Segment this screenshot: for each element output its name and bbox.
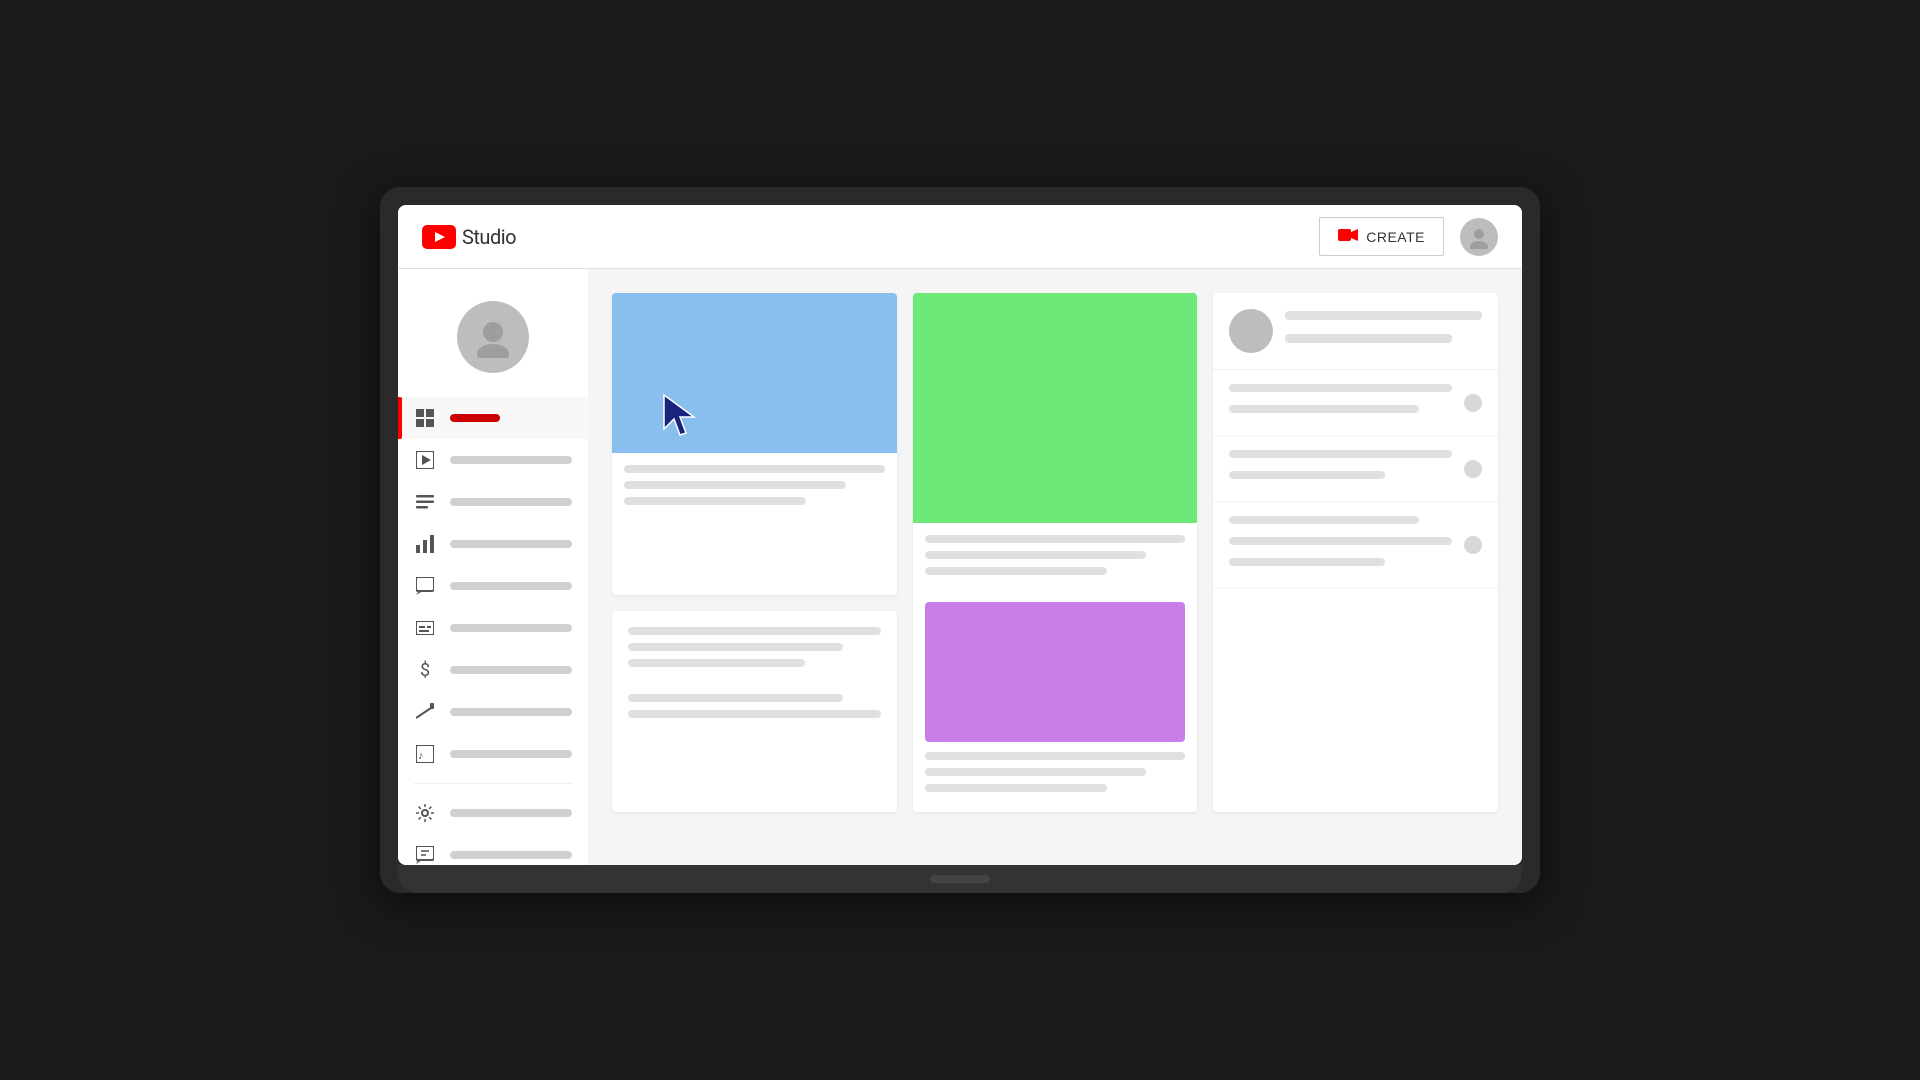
li1-line-1 <box>1229 384 1452 392</box>
playlists-icon <box>414 491 436 513</box>
list-item-3-lines <box>1229 516 1452 574</box>
sidebar-nav: $ <box>398 397 588 865</box>
cursor-icon <box>662 393 702 437</box>
dashboard-label <box>450 414 500 422</box>
sidebar-item-customization[interactable] <box>398 691 588 733</box>
li1-line-2 <box>1229 405 1418 413</box>
create-label: CREATE <box>1366 229 1425 245</box>
create-button[interactable]: CREATE <box>1319 217 1444 256</box>
studio-label: Studio <box>462 225 516 249</box>
list-item-2-lines <box>1229 450 1452 487</box>
sidebar: $ <box>398 269 588 865</box>
sidebar-item-audio-library[interactable]: ♪ <box>398 733 588 775</box>
card-2-sec-line-3 <box>925 784 1107 792</box>
feedback-icon <box>414 844 436 865</box>
card-2[interactable] <box>913 293 1198 812</box>
list-item-1-lines <box>1229 384 1452 421</box>
sidebar-item-comments[interactable] <box>398 565 588 607</box>
analytics-icon <box>414 533 436 555</box>
comments-icon <box>414 575 436 597</box>
customization-label <box>450 708 572 716</box>
audio-library-icon: ♪ <box>414 743 436 765</box>
card-1-line-3 <box>624 497 806 505</box>
playlists-label <box>450 498 572 506</box>
monetization-icon: $ <box>414 659 436 681</box>
header-right: CREATE <box>1319 217 1498 256</box>
user-avatar[interactable] <box>1460 218 1498 256</box>
card-2-thumbnail <box>913 293 1198 523</box>
profile-line-1 <box>1285 311 1482 320</box>
right-profile-lines <box>1285 311 1482 351</box>
settings-label <box>450 809 572 817</box>
sidebar-item-monetization[interactable]: $ <box>398 649 588 691</box>
header: Studio CREATE <box>398 205 1522 269</box>
content-icon <box>414 449 436 471</box>
dashboard-icon <box>414 407 436 429</box>
list-item-2[interactable] <box>1213 436 1498 502</box>
svg-text:♪: ♪ <box>418 749 424 762</box>
card-1-line-1 <box>624 465 885 473</box>
card-4-line-5 <box>628 710 881 718</box>
card-4-line-1 <box>628 627 881 635</box>
monetization-label <box>450 666 572 674</box>
profile-line-2 <box>1285 334 1452 343</box>
sidebar-divider <box>414 783 572 784</box>
card-1[interactable] <box>612 293 897 595</box>
list-item-2-circle <box>1464 460 1482 478</box>
sidebar-item-content[interactable] <box>398 439 588 481</box>
sidebar-item-feedback[interactable] <box>398 834 588 865</box>
header-left: Studio <box>422 225 516 249</box>
main-layout: $ <box>398 269 1522 865</box>
settings-icon <box>414 802 436 824</box>
customization-icon <box>414 701 436 723</box>
li3-line-2 <box>1229 537 1452 545</box>
sidebar-item-subtitles[interactable] <box>398 607 588 649</box>
profile-avatar[interactable] <box>457 301 529 373</box>
card-2-sec-line-2 <box>925 768 1147 776</box>
sidebar-item-settings[interactable] <box>398 792 588 834</box>
card-4-line-2 <box>628 643 843 651</box>
list-item-3-circle <box>1464 536 1482 554</box>
card-2-secondary-thumbnail <box>925 602 1186 742</box>
audio-library-label <box>450 750 572 758</box>
right-profile-section <box>1213 293 1498 370</box>
create-camera-icon <box>1338 226 1358 247</box>
card-2-line-3 <box>925 567 1107 575</box>
subtitles-icon <box>414 617 436 639</box>
content-area <box>588 269 1522 865</box>
card-4-body <box>612 611 897 742</box>
subtitles-label <box>450 624 572 632</box>
comments-label <box>450 582 572 590</box>
analytics-label <box>450 540 572 548</box>
youtube-studio-logo[interactable]: Studio <box>422 225 516 249</box>
right-profile-avatar <box>1229 309 1273 353</box>
card-2-line-2 <box>925 551 1147 559</box>
avatar-icon <box>1467 225 1491 249</box>
card-2-sec-line-1 <box>925 752 1186 760</box>
list-item-1-circle <box>1464 394 1482 412</box>
youtube-icon <box>422 225 456 249</box>
card-1-thumbnail <box>612 293 897 453</box>
li2-line-1 <box>1229 450 1452 458</box>
list-item-1[interactable] <box>1213 370 1498 436</box>
content-label <box>450 456 572 464</box>
card-1-body <box>612 453 897 525</box>
li2-line-2 <box>1229 471 1385 479</box>
sidebar-item-dashboard[interactable] <box>398 397 588 439</box>
li3-line-3 <box>1229 558 1385 566</box>
card-2-body <box>913 523 1198 812</box>
card-3-right-panel <box>1213 293 1498 812</box>
profile-avatar-icon <box>472 316 514 358</box>
card-4-line-4 <box>628 694 843 702</box>
li3-line-1 <box>1229 516 1418 524</box>
card-4[interactable] <box>612 611 897 812</box>
sidebar-item-playlists[interactable] <box>398 481 588 523</box>
list-item-3[interactable] <box>1213 502 1498 589</box>
card-2-line-1 <box>925 535 1186 543</box>
sidebar-item-analytics[interactable] <box>398 523 588 565</box>
sidebar-profile <box>398 285 588 397</box>
feedback-label <box>450 851 572 859</box>
card-1-line-2 <box>624 481 846 489</box>
card-4-line-3 <box>628 659 805 667</box>
